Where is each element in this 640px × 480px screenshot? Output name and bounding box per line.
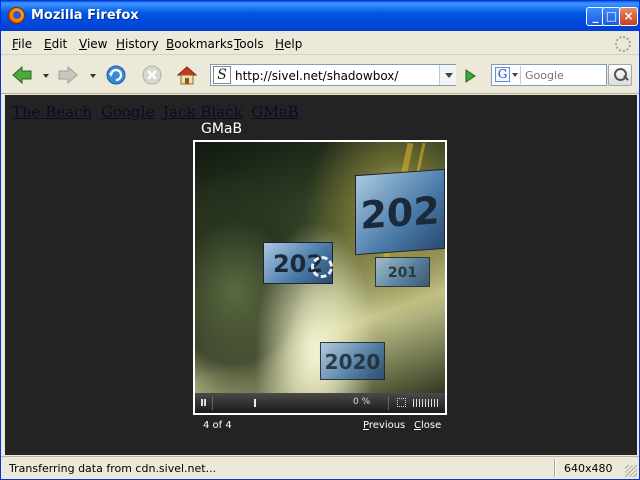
menu-bookmarks[interactable]: Bookmarks: [166, 37, 233, 51]
status-bar: Transferring data from cdn.sivel.net... …: [1, 456, 639, 479]
back-history-dropdown-icon[interactable]: [43, 74, 49, 78]
search-magnifier-button[interactable]: [608, 64, 632, 86]
page-content: The Beach Google Jack Black GMaB GMaB 20…: [5, 95, 637, 455]
menu-edit[interactable]: Edit: [44, 37, 67, 51]
link-the-beach[interactable]: The Beach: [12, 103, 92, 121]
title-bar[interactable]: Mozilla Firefox _ □ ×: [1, 1, 639, 31]
link-gmab[interactable]: GMaB: [251, 103, 298, 121]
close-link[interactable]: Close: [414, 420, 441, 431]
search-box[interactable]: G: [491, 64, 607, 86]
buffer-progress: 0 %: [353, 397, 371, 407]
google-engine-icon: G: [495, 67, 510, 82]
pause-icon[interactable]: [201, 399, 203, 406]
link-google[interactable]: Google: [101, 103, 154, 121]
video-tile: 202: [355, 168, 445, 256]
menu-bar: File Edit View History Bookmarks Tools H…: [1, 31, 639, 55]
control-divider: [212, 396, 213, 410]
url-text[interactable]: http://sivel.net/shadowbox/: [235, 69, 398, 83]
video-tile: 201: [375, 257, 430, 287]
url-bar[interactable]: S http://sivel.net/shadowbox/: [210, 64, 456, 86]
shadowbox-frame: 202 202 201 2020 0 %: [193, 140, 447, 415]
stop-icon[interactable]: [141, 64, 163, 86]
engine-dropdown-icon: [512, 73, 518, 77]
status-text: Transferring data from cdn.sivel.net...: [9, 462, 217, 475]
video-tile: 2020: [320, 342, 385, 380]
search-input[interactable]: [525, 68, 603, 82]
window-title: Mozilla Firefox: [31, 8, 139, 23]
previous-link[interactable]: Previous: [363, 420, 405, 431]
url-dropdown-button[interactable]: [439, 65, 456, 85]
activity-throbber-icon: [615, 36, 631, 52]
link-jack-black[interactable]: Jack Black: [163, 103, 242, 121]
reload-icon[interactable]: [105, 64, 127, 86]
volume-icon[interactable]: [413, 399, 439, 407]
shadowbox-title: GMaB: [201, 121, 243, 137]
menu-help[interactable]: Help: [275, 37, 302, 51]
site-favicon-icon: S: [213, 66, 231, 84]
video-controls: 0 %: [195, 393, 445, 413]
video-player[interactable]: 202 202 201 2020: [195, 142, 445, 393]
search-engine-selector[interactable]: G: [493, 66, 521, 84]
shadowbox-counter: 4 of 4: [203, 420, 232, 431]
status-resolution: 640x480: [564, 462, 613, 475]
browser-window: Mozilla Firefox _ □ × File Edit View His…: [0, 0, 640, 480]
menu-file[interactable]: File: [12, 37, 32, 51]
fullscreen-icon[interactable]: [397, 398, 406, 407]
forward-history-dropdown-icon[interactable]: [90, 74, 96, 78]
seek-handle-icon[interactable]: [254, 399, 256, 407]
resize-grip-icon[interactable]: [625, 465, 637, 477]
menu-history[interactable]: History: [116, 37, 159, 51]
control-divider: [388, 396, 389, 410]
loading-spinner-icon: [311, 256, 333, 278]
menu-tools[interactable]: Tools: [234, 37, 264, 51]
menu-view[interactable]: View: [79, 37, 107, 51]
back-arrow-icon[interactable]: [11, 64, 33, 86]
go-arrow-icon[interactable]: [461, 67, 479, 85]
forward-arrow-icon[interactable]: [57, 64, 79, 86]
firefox-logo-icon: [8, 7, 25, 24]
home-icon[interactable]: [176, 64, 198, 86]
status-divider: [554, 459, 556, 477]
gallery-links: The Beach Google Jack Black GMaB: [12, 103, 303, 121]
close-button[interactable]: ×: [619, 7, 638, 26]
